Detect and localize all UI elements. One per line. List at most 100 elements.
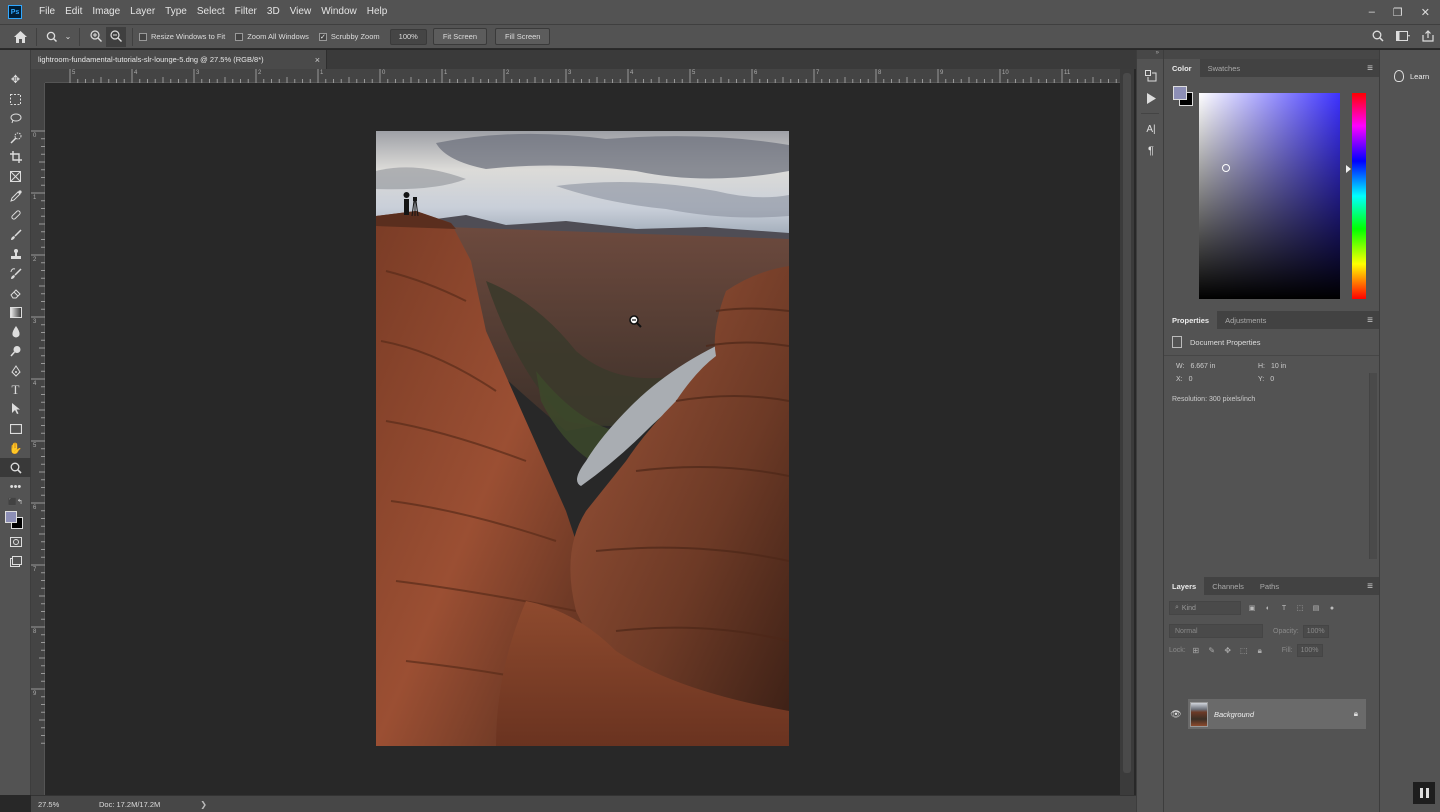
frame-tool-icon[interactable] <box>0 167 31 186</box>
width-value[interactable]: 6.667 in <box>1190 363 1215 370</box>
menu-type[interactable]: Type <box>160 0 192 24</box>
scrubby-zoom-checkbox[interactable]: ✓ Scrubby Zoom <box>318 32 380 41</box>
crop-tool-icon[interactable] <box>0 148 31 167</box>
canvas-vertical-scrollbar[interactable] <box>1120 69 1134 795</box>
layer-kind-filter[interactable]: ⌕ Kind <box>1169 601 1241 615</box>
zoom-out-icon[interactable] <box>106 26 126 47</box>
layer-thumbnail[interactable] <box>1190 701 1208 727</box>
menu-3d[interactable]: 3D <box>262 0 285 24</box>
menu-file[interactable]: File <box>34 0 60 24</box>
fill-screen-button[interactable]: Fill Screen <box>495 28 551 45</box>
swap-colors-icon[interactable]: ⬛↰ <box>0 497 31 507</box>
menu-help[interactable]: Help <box>362 0 393 24</box>
path-selection-tool-icon[interactable] <box>0 400 31 419</box>
share-icon[interactable] <box>1422 30 1434 45</box>
zoom-in-icon[interactable] <box>86 27 106 47</box>
menu-filter[interactable]: Filter <box>230 0 262 24</box>
healing-brush-tool-icon[interactable] <box>0 206 31 225</box>
filter-shape-icon[interactable]: ⬚ <box>1295 603 1305 613</box>
foreground-color-swatch[interactable] <box>5 510 17 523</box>
filter-smart-object-icon[interactable]: ▤ <box>1311 603 1321 613</box>
filter-type-icon[interactable]: T <box>1279 603 1289 613</box>
learn-button[interactable]: Learn <box>1380 50 1440 82</box>
menu-select[interactable]: Select <box>192 0 230 24</box>
tab-adjustments[interactable]: Adjustments <box>1217 311 1274 329</box>
screen-mode-icon[interactable] <box>0 552 31 571</box>
history-panel-icon[interactable] <box>1137 65 1165 87</box>
marquee-tool-icon[interactable] <box>0 89 31 108</box>
pause-button[interactable] <box>1413 782 1435 804</box>
menu-layer[interactable]: Layer <box>125 0 160 24</box>
minimize-icon[interactable]: – <box>1369 6 1375 18</box>
filter-adjustment-icon[interactable]: ◐ <box>1263 603 1273 613</box>
status-menu-arrow-icon[interactable]: ❯ <box>200 800 207 809</box>
document-tab[interactable]: lightroom-fundamental-tutorials-slr-loun… <box>31 50 327 69</box>
panel-menu-icon[interactable]: ≡ <box>1367 59 1373 77</box>
blur-tool-icon[interactable] <box>0 322 31 341</box>
zoom-percent-field[interactable]: 100% <box>389 28 427 45</box>
chevron-down-icon[interactable]: ⌄ <box>63 27 73 47</box>
zoom-tool-icon[interactable] <box>0 457 31 478</box>
properties-scrollbar[interactable] <box>1369 373 1377 559</box>
close-window-icon[interactable]: ✕ <box>1421 6 1430 19</box>
ruler-origin[interactable] <box>31 69 45 83</box>
lock-image-icon[interactable]: ✎ <box>1206 646 1218 655</box>
menu-window[interactable]: Window <box>316 0 362 24</box>
dodge-tool-icon[interactable] <box>0 341 31 360</box>
move-tool-icon[interactable]: ✥ <box>0 70 31 89</box>
blend-mode-select[interactable]: Normal <box>1169 624 1263 638</box>
filter-toggle-icon[interactable]: ● <box>1327 603 1337 613</box>
tab-channels[interactable]: Channels <box>1204 577 1252 595</box>
menu-view[interactable]: View <box>285 0 317 24</box>
layer-name[interactable]: Background <box>1214 710 1254 719</box>
close-tab-icon[interactable]: × <box>315 55 320 65</box>
actions-panel-play-icon[interactable] <box>1137 87 1165 109</box>
rectangle-tool-icon[interactable] <box>0 419 31 438</box>
tab-layers[interactable]: Layers <box>1164 577 1205 595</box>
home-icon[interactable] <box>10 27 30 47</box>
lock-all-icon[interactable]: 🔒︎ <box>1254 646 1266 656</box>
checkbox-box[interactable] <box>139 32 147 41</box>
color-saturation-field[interactable] <box>1199 93 1340 299</box>
history-brush-tool-icon[interactable] <box>0 264 31 283</box>
character-panel-icon[interactable]: A| <box>1137 118 1165 140</box>
layer-row[interactable]: 👁︎ Background 🔒︎ <box>1164 699 1379 729</box>
restore-icon[interactable]: ❐ <box>1393 6 1403 19</box>
filter-pixel-icon[interactable]: ▣ <box>1247 603 1257 613</box>
eraser-tool-icon[interactable] <box>0 283 31 302</box>
horizontal-ruler[interactable]: 5 4 3 2 1 0 1 2 3 4 5 6 7 8 9 10 11 <box>45 69 1120 83</box>
vertical-ruler[interactable]: 0 1 2 3 4 5 6 7 8 9 <box>31 83 45 795</box>
brush-tool-icon[interactable] <box>0 225 31 244</box>
opacity-field[interactable]: 100% <box>1302 624 1329 638</box>
resize-windows-checkbox[interactable]: Resize Windows to Fit <box>139 32 225 41</box>
lock-artboard-icon[interactable]: ⬚ <box>1238 646 1250 655</box>
checkbox-box-checked[interactable]: ✓ <box>318 32 327 41</box>
tab-swatches[interactable]: Swatches <box>1200 59 1249 77</box>
quick-mask-icon[interactable] <box>0 533 31 552</box>
eyedropper-tool-icon[interactable] <box>0 186 31 205</box>
paragraph-panel-icon[interactable]: ¶ <box>1137 140 1165 162</box>
layer-row-selected[interactable]: Background 🔒︎ <box>1188 699 1366 729</box>
strip-collapse-icon[interactable]: » <box>1137 50 1163 59</box>
checkbox-box[interactable] <box>235 32 244 41</box>
tab-properties[interactable]: Properties <box>1164 311 1218 329</box>
pen-tool-icon[interactable] <box>0 361 31 380</box>
quick-selection-tool-icon[interactable] <box>0 128 31 147</box>
hue-slider-handle[interactable] <box>1346 165 1351 173</box>
status-zoom-value[interactable]: 27.5% <box>31 800 91 809</box>
document-image-canyon[interactable] <box>376 131 789 746</box>
menu-image[interactable]: Image <box>87 0 125 24</box>
type-tool-icon[interactable]: T <box>0 380 31 399</box>
color-swatches[interactable] <box>0 507 31 533</box>
visibility-eye-icon[interactable]: 👁︎ <box>1164 709 1188 720</box>
zoom-all-windows-checkbox[interactable]: Zoom All Windows <box>235 32 309 41</box>
tab-color[interactable]: Color <box>1164 59 1200 77</box>
lock-position-icon[interactable]: ✥ <box>1222 646 1234 655</box>
clone-stamp-tool-icon[interactable] <box>0 245 31 264</box>
height-value[interactable]: 10 in <box>1271 363 1286 370</box>
panel-menu-icon[interactable]: ≡ <box>1367 311 1373 329</box>
tab-paths[interactable]: Paths <box>1252 577 1287 595</box>
scrollbar-thumb[interactable] <box>1123 73 1131 773</box>
more-tools-icon[interactable]: ••• <box>0 477 31 496</box>
hand-tool-icon[interactable]: ✋ <box>0 438 31 457</box>
